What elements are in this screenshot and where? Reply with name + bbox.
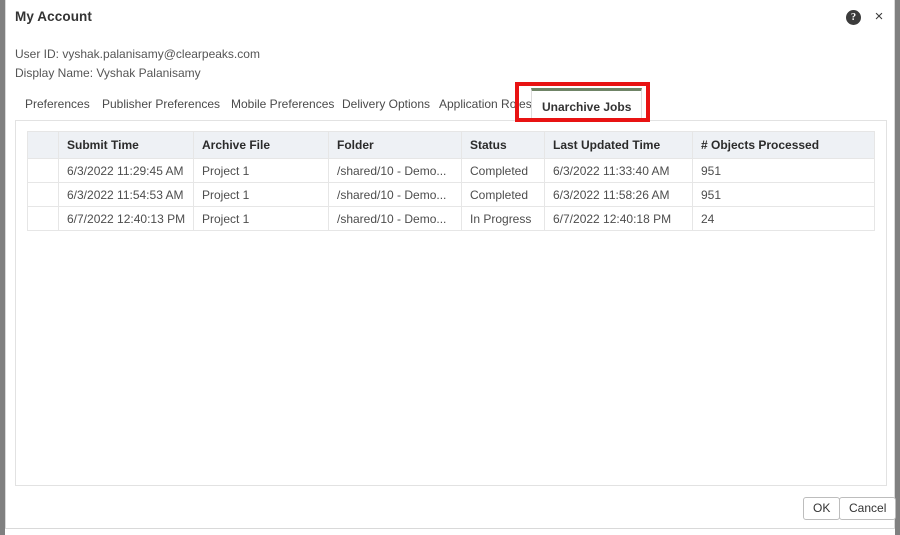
cell-last-updated: 6/3/2022 11:58:26 AM [544, 182, 693, 207]
cell-status: Completed [461, 182, 545, 207]
cell-folder: /shared/10 - Demo... [328, 206, 462, 231]
dialog-surface: My Account ? × User ID: vyshak.palanisam… [5, 0, 897, 529]
row-select-cell[interactable] [27, 206, 59, 231]
row-select-cell[interactable] [27, 182, 59, 207]
column-header-status[interactable]: Status [461, 131, 545, 159]
cell-folder: /shared/10 - Demo... [328, 158, 462, 183]
table-header-row: Submit Time Archive File Folder Status L… [27, 131, 875, 159]
cell-submit-time: 6/3/2022 11:54:53 AM [58, 182, 194, 207]
cell-submit-time: 6/7/2022 12:40:13 PM [58, 206, 194, 231]
dialog-footer: OK Cancel [6, 492, 897, 529]
my-account-dialog: My Account ? × User ID: vyshak.palanisam… [0, 0, 900, 535]
tab-mobile-preferences[interactable]: Mobile Preferences [221, 88, 344, 121]
cell-archive-file: Project 1 [193, 158, 329, 183]
cell-last-updated: 6/3/2022 11:33:40 AM [544, 158, 693, 183]
cell-objects-processed: 24 [692, 206, 875, 231]
column-header-archive-file[interactable]: Archive File [193, 131, 329, 159]
tab-content-panel: Submit Time Archive File Folder Status L… [15, 120, 887, 486]
close-icon[interactable]: × [870, 7, 888, 27]
table-row[interactable]: 6/3/2022 11:54:53 AM Project 1 /shared/1… [27, 182, 875, 207]
column-header-objects-processed[interactable]: # Objects Processed [692, 131, 875, 159]
table-body: 6/3/2022 11:29:45 AM Project 1 /shared/1… [27, 158, 875, 231]
cell-status: Completed [461, 158, 545, 183]
column-header-folder[interactable]: Folder [328, 131, 462, 159]
cell-status: In Progress [461, 206, 545, 231]
tab-publisher-preferences[interactable]: Publisher Preferences [92, 88, 230, 121]
cell-archive-file: Project 1 [193, 206, 329, 231]
column-header-last-updated-time[interactable]: Last Updated Time [544, 131, 693, 159]
help-icon[interactable]: ? [846, 10, 861, 25]
cell-last-updated: 6/7/2022 12:40:18 PM [544, 206, 693, 231]
cell-archive-file: Project 1 [193, 182, 329, 207]
tab-delivery-options[interactable]: Delivery Options [332, 88, 440, 121]
cancel-button[interactable]: Cancel [839, 497, 897, 520]
cell-objects-processed: 951 [692, 158, 875, 183]
column-header-submit-time[interactable]: Submit Time [58, 131, 194, 159]
cell-objects-processed: 951 [692, 182, 875, 207]
page-title: My Account [15, 9, 93, 24]
tab-unarchive-jobs[interactable]: Unarchive Jobs [531, 88, 643, 122]
display-name-label: Display Name: Vyshak Palanisamy [15, 66, 201, 80]
table-row[interactable]: 6/3/2022 11:29:45 AM Project 1 /shared/1… [27, 158, 875, 183]
table-header: Submit Time Archive File Folder Status L… [27, 131, 875, 159]
window-right-edge [895, 0, 900, 535]
cell-submit-time: 6/3/2022 11:29:45 AM [58, 158, 194, 183]
table-row[interactable]: 6/7/2022 12:40:13 PM Project 1 /shared/1… [27, 206, 875, 231]
ok-button[interactable]: OK [803, 497, 841, 520]
column-header-select[interactable] [27, 131, 59, 159]
dialog-title-bar: My Account ? × [6, 0, 896, 36]
row-select-cell[interactable] [27, 158, 59, 183]
unarchive-jobs-table: Submit Time Archive File Folder Status L… [27, 131, 875, 231]
tab-application-roles[interactable]: Application Roles [429, 88, 542, 121]
cell-folder: /shared/10 - Demo... [328, 182, 462, 207]
tab-strip: Preferences Publisher Preferences Mobile… [6, 88, 896, 122]
user-id-label: User ID: vyshak.palanisamy@clearpeaks.co… [15, 47, 260, 61]
tab-preferences[interactable]: Preferences [15, 88, 100, 121]
